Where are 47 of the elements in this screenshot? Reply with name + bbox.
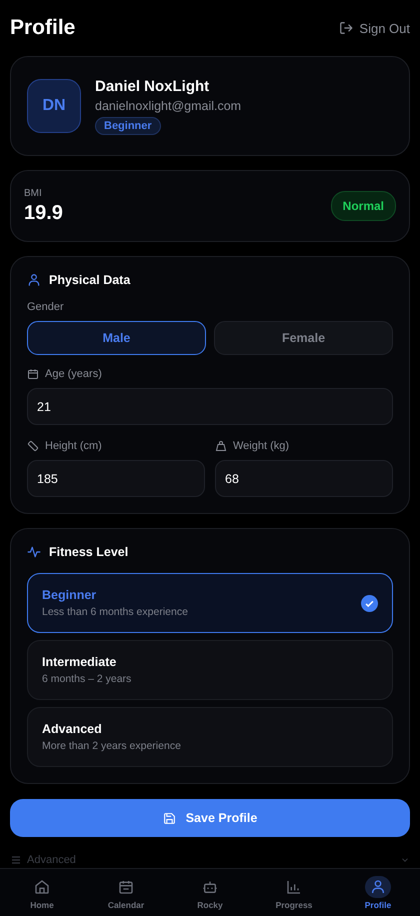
- gender-option[interactable]: Female: [214, 321, 393, 355]
- field-label: Age (years): [45, 368, 102, 380]
- option-description: Less than 6 months experience: [42, 606, 188, 618]
- option-title: Intermediate: [42, 655, 118, 669]
- bar-chart-icon: [286, 878, 302, 895]
- person-icon: [370, 878, 386, 895]
- option-description: 6 months – 2 years: [42, 673, 132, 685]
- field-label: Weight (kg): [233, 440, 290, 452]
- nav-tab[interactable]: Home: [12, 876, 72, 910]
- weight-icon: [215, 440, 227, 452]
- robot-icon: [202, 878, 218, 895]
- bmi-label: BMI: [24, 188, 43, 198]
- height-field[interactable]: 185: [27, 460, 205, 497]
- option-title: Beginner: [42, 588, 98, 602]
- field-label: Height (cm): [45, 440, 102, 452]
- save-profile-button[interactable]: Save Profile: [10, 799, 410, 837]
- level-option[interactable]: Beginner Less than 6 months experience: [27, 573, 393, 633]
- pulse-icon: [27, 545, 41, 559]
- option-description: More than 2 years experience: [42, 740, 181, 752]
- weight-field[interactable]: 68: [215, 460, 393, 497]
- home-icon: [34, 878, 50, 895]
- level-option[interactable]: Advanced More than 2 years experience: [27, 707, 393, 767]
- check-icon: [361, 594, 378, 612]
- sign-out-button[interactable]: Sign Out: [339, 20, 410, 36]
- field-label: Gender: [27, 301, 64, 313]
- level-option[interactable]: Intermediate 6 months – 2 years: [27, 640, 393, 700]
- user-email: danielnoxlight@gmail.com: [95, 98, 242, 112]
- option-title: Advanced: [42, 722, 103, 736]
- gender-option[interactable]: Male: [27, 321, 206, 355]
- nav-tab[interactable]: Progress: [264, 876, 324, 910]
- level-badge: Beginner: [95, 116, 161, 134]
- calendar-icon: [118, 878, 134, 895]
- nav-tab[interactable]: Calendar: [96, 876, 156, 910]
- ruler-icon: [27, 440, 39, 452]
- section-title: Physical Data: [49, 273, 130, 287]
- page-title: Profile: [10, 16, 76, 40]
- age-field[interactable]: 21: [27, 388, 393, 425]
- user-name: Daniel NoxLight: [95, 78, 210, 94]
- person-icon: [27, 273, 41, 287]
- avatar: DN: [27, 79, 81, 133]
- nav-tab[interactable]: Rocky: [180, 876, 240, 910]
- nav-tab[interactable]: Profile: [348, 876, 408, 910]
- calendar-icon: [27, 368, 39, 380]
- bmi-status-badge: Normal: [330, 191, 396, 221]
- section-title: Fitness Level: [49, 545, 128, 559]
- bmi-value: 19.9: [24, 202, 63, 224]
- sign-out-icon: [339, 21, 354, 35]
